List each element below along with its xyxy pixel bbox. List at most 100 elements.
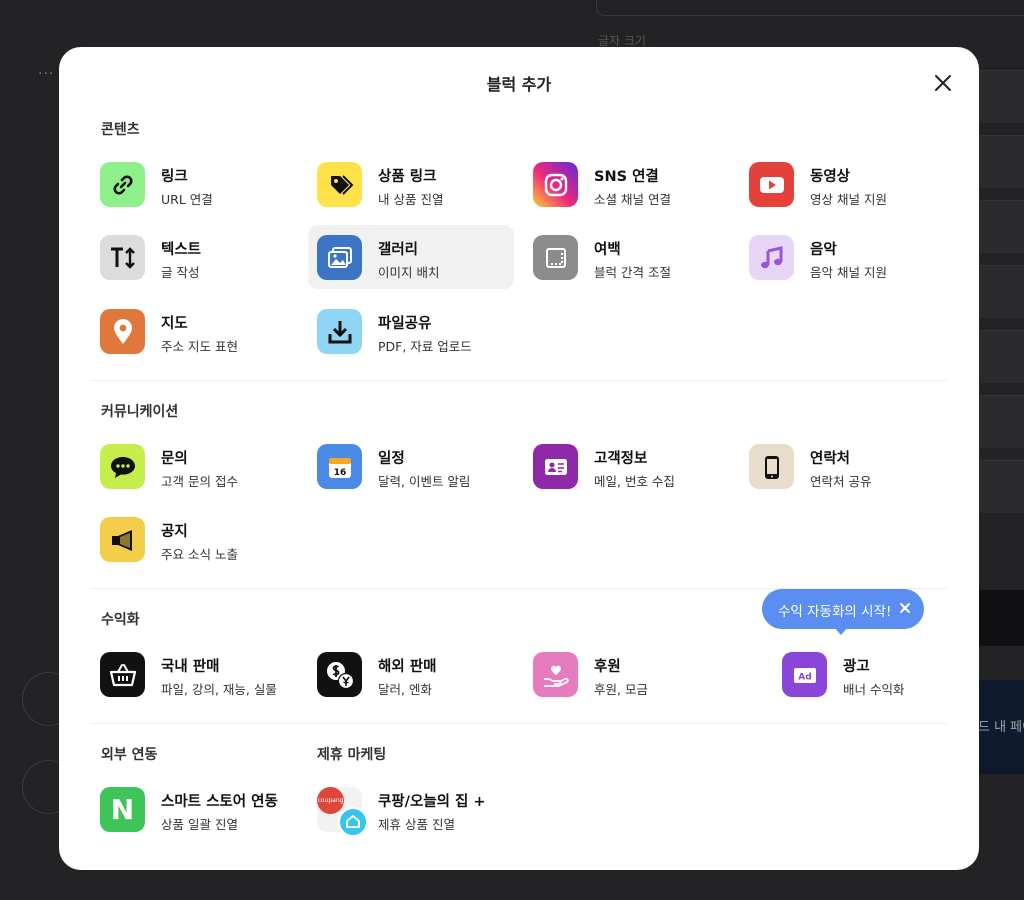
calendar-icon: 16 bbox=[317, 444, 362, 489]
block-description: 연락처 공유 bbox=[810, 474, 872, 489]
coupang-ohouse-icon: coupang bbox=[317, 787, 368, 837]
phone-icon bbox=[749, 444, 794, 489]
block-name: 광고 bbox=[843, 659, 870, 675]
block-name: 연락처 bbox=[810, 451, 851, 467]
block-name: 해외 판매 bbox=[378, 659, 437, 675]
background-row bbox=[978, 70, 1024, 123]
gallery-icon bbox=[317, 235, 362, 280]
background-row bbox=[978, 395, 1024, 448]
background-row bbox=[978, 200, 1024, 253]
map-pin-icon bbox=[100, 309, 145, 354]
block-name: 국내 판매 bbox=[161, 659, 220, 675]
block-description: 이미지 배치 bbox=[378, 265, 440, 280]
block-item-product-link[interactable]: 상품 링크 내 상품 진열 bbox=[308, 152, 514, 216]
block-description: 주요 소식 노출 bbox=[161, 547, 238, 562]
block-name: 여백 bbox=[594, 242, 621, 258]
block-name: 고객정보 bbox=[594, 451, 648, 467]
block-name: 스마트 스토어 연동 bbox=[161, 794, 278, 810]
block-name: SNS 연결 bbox=[594, 169, 659, 185]
block-description: PDF, 자료 업로드 bbox=[378, 339, 472, 354]
close-icon bbox=[900, 603, 910, 613]
block-item-video[interactable]: 동영상 영상 채널 지원 bbox=[740, 152, 946, 216]
block-description: 파일, 강의, 재능, 실물 bbox=[161, 682, 277, 697]
block-item-customer-info[interactable]: 고객정보 메일, 번호 수집 bbox=[524, 434, 730, 498]
block-name: 일정 bbox=[378, 451, 405, 467]
download-icon bbox=[317, 309, 362, 354]
block-item-spacing[interactable]: 여백 블럭 간격 조절 bbox=[524, 225, 730, 289]
block-name: 텍스트 bbox=[161, 242, 202, 258]
modal-title: 블럭 추가 bbox=[486, 75, 552, 94]
section-divider bbox=[91, 380, 947, 381]
block-description: 메일, 번호 수집 bbox=[594, 474, 675, 489]
block-description: 후원, 모금 bbox=[594, 682, 648, 697]
basket-icon bbox=[100, 652, 145, 697]
naver-letter: N bbox=[110, 793, 135, 826]
block-item-notice[interactable]: 공지 주요 소식 노출 bbox=[91, 507, 297, 571]
block-item-overseas-sales[interactable]: 해외 판매 달러, 엔화 bbox=[308, 642, 514, 706]
block-description: 배너 수익화 bbox=[843, 682, 905, 697]
block-description: 주소 지도 표현 bbox=[161, 339, 238, 354]
block-item-smart-store[interactable]: N 스마트 스토어 연동 상품 일괄 진열 bbox=[91, 777, 297, 841]
background-banner: 드 내 페이 bbox=[978, 680, 1024, 774]
section-label-communication: 커뮤니케이션 bbox=[101, 404, 179, 420]
background-row bbox=[978, 135, 1024, 188]
add-block-modal: 블럭 추가 콘텐츠 링크 URL 연결 상품 링크 내 상품 진열 SNS 연결… bbox=[59, 47, 979, 870]
ad-badge-text: Ad bbox=[798, 672, 811, 682]
block-description: 상품 일괄 진열 bbox=[161, 817, 238, 832]
background-row bbox=[978, 460, 1024, 513]
block-item-link[interactable]: 링크 URL 연결 bbox=[91, 152, 297, 216]
text-size-icon bbox=[100, 235, 145, 280]
tooltip-close-button[interactable] bbox=[897, 600, 913, 616]
section-label-monetization: 수익화 bbox=[101, 612, 140, 628]
ad-icon: Ad bbox=[782, 652, 827, 697]
block-item-text[interactable]: 텍스트 글 작성 bbox=[91, 225, 297, 289]
block-name: 후원 bbox=[594, 659, 621, 675]
link-icon bbox=[100, 162, 145, 207]
tooltip-text: 수익 자동화의 시작! bbox=[778, 604, 892, 620]
close-button[interactable] bbox=[931, 71, 955, 95]
block-item-donation[interactable]: 후원 후원, 모금 bbox=[524, 642, 730, 706]
block-name: 쿠팡/오늘의 집 + bbox=[378, 794, 486, 810]
block-item-file-share[interactable]: 파일공유 PDF, 자료 업로드 bbox=[308, 299, 514, 363]
block-item-gallery[interactable]: 갤러리 이미지 배치 bbox=[308, 225, 514, 289]
heart-hand-icon bbox=[533, 652, 578, 697]
more-menu-icon: ... bbox=[38, 62, 55, 78]
block-item-schedule[interactable]: 16 일정 달력, 이벤트 알림 bbox=[308, 434, 514, 498]
block-item-contact[interactable]: 연락처 연락처 공유 bbox=[740, 434, 946, 498]
monetization-tooltip: 수익 자동화의 시작! bbox=[762, 589, 924, 635]
block-item-sns[interactable]: SNS 연결 소셜 채널 연결 bbox=[524, 152, 730, 216]
spacing-icon bbox=[533, 235, 578, 280]
block-description: 제휴 상품 진열 bbox=[378, 817, 455, 832]
megaphone-icon bbox=[100, 517, 145, 562]
block-item-map[interactable]: 지도 주소 지도 표현 bbox=[91, 299, 297, 363]
block-description: 음악 채널 지원 bbox=[810, 265, 887, 280]
block-name: 문의 bbox=[161, 451, 188, 467]
block-description: 블럭 간격 조절 bbox=[594, 265, 671, 280]
block-item-domestic-sales[interactable]: 국내 판매 파일, 강의, 재능, 실물 bbox=[91, 642, 297, 706]
block-item-music[interactable]: 음악 음악 채널 지원 bbox=[740, 225, 946, 289]
section-label-external: 외부 연동 bbox=[101, 747, 158, 763]
play-icon bbox=[749, 162, 794, 207]
block-name: 링크 bbox=[161, 169, 188, 185]
block-name: 음악 bbox=[810, 242, 837, 258]
tag-icon bbox=[317, 162, 362, 207]
id-card-icon bbox=[533, 444, 578, 489]
block-item-ad[interactable]: Ad 광고 배너 수익화 bbox=[773, 642, 979, 706]
block-description: URL 연결 bbox=[161, 192, 213, 207]
block-name: 파일공유 bbox=[378, 316, 432, 332]
section-label-contents: 콘텐츠 bbox=[101, 122, 140, 138]
close-icon bbox=[935, 75, 951, 91]
section-divider bbox=[91, 723, 947, 724]
block-description: 내 상품 진열 bbox=[378, 192, 444, 207]
block-name: 공지 bbox=[161, 524, 188, 540]
block-description: 달러, 엔화 bbox=[378, 682, 432, 697]
tooltip-arrow bbox=[834, 627, 848, 635]
block-name: 갤러리 bbox=[378, 242, 419, 258]
background-row bbox=[978, 265, 1024, 318]
currency-icon bbox=[317, 652, 362, 697]
block-item-inquiry[interactable]: 문의 고객 문의 접수 bbox=[91, 434, 297, 498]
block-description: 영상 채널 지원 bbox=[810, 192, 887, 207]
block-item-coupang-ohouse[interactable]: coupang 쿠팡/오늘의 집 + 제휴 상품 진열 bbox=[308, 777, 514, 841]
block-description: 글 작성 bbox=[161, 265, 200, 280]
background-button bbox=[978, 590, 1024, 646]
